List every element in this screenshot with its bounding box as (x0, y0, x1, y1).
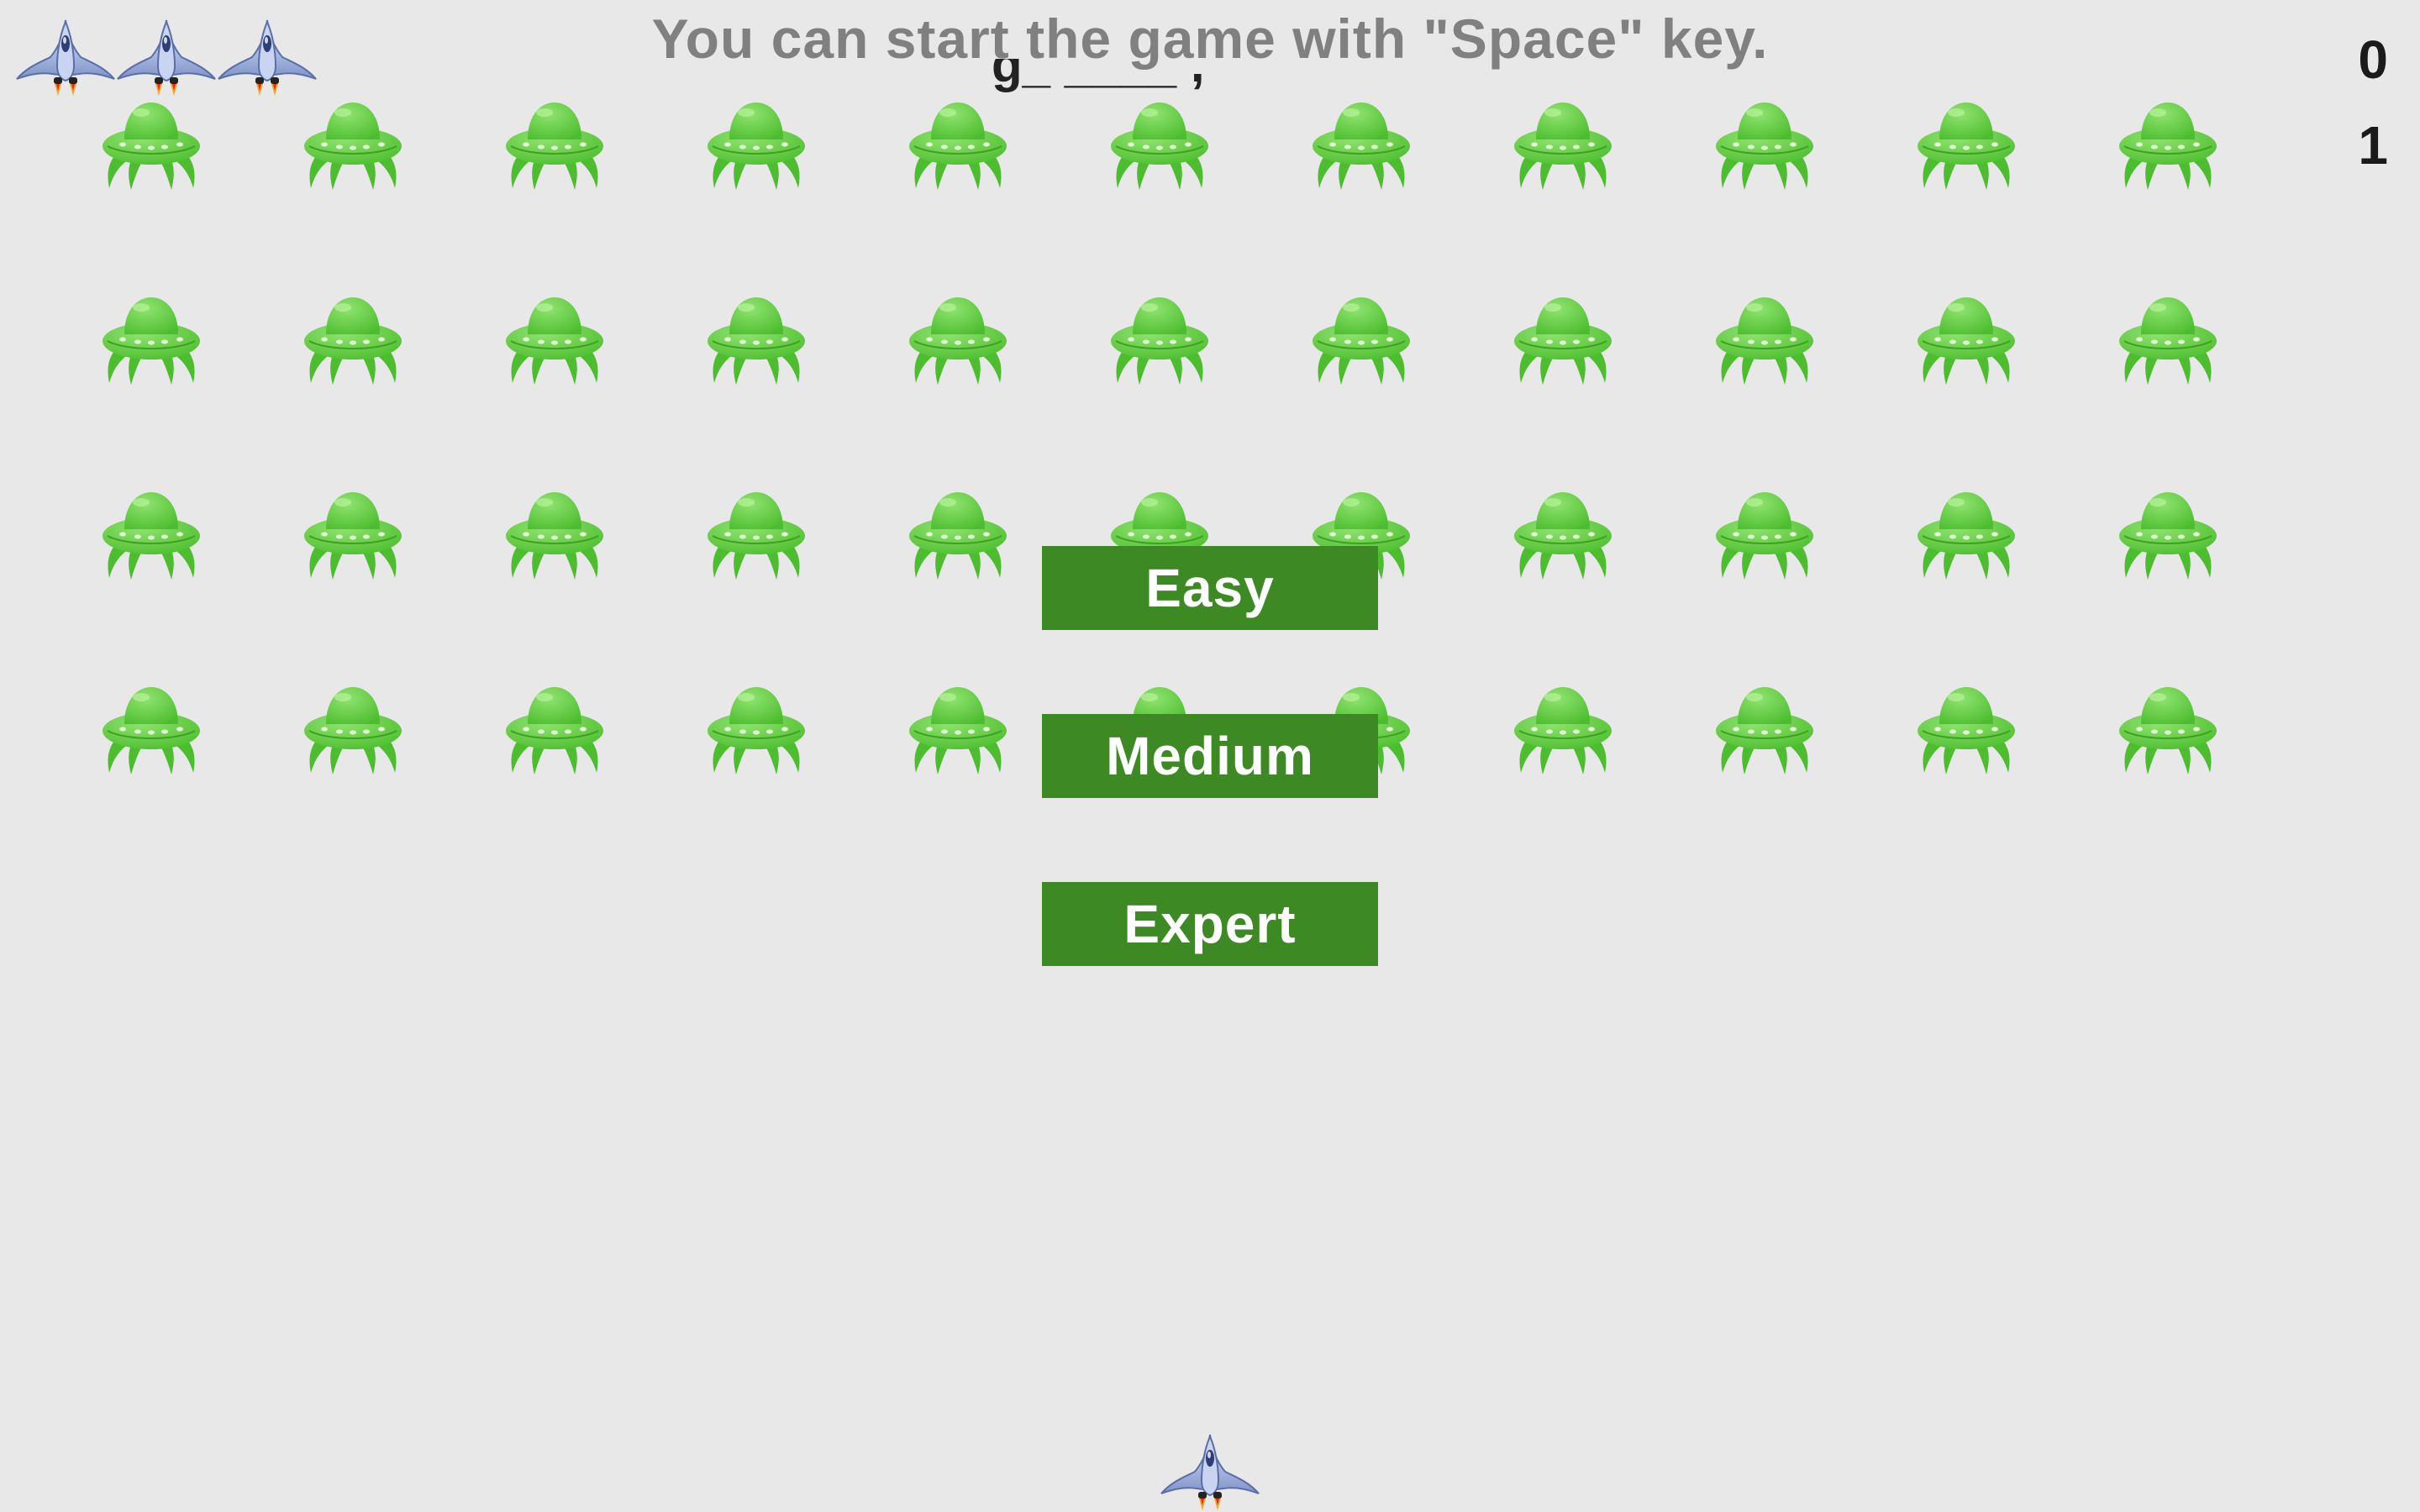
alien-ufo-icon (1512, 289, 1613, 390)
alien-ufo-icon (1714, 679, 1815, 780)
alien-ufo-icon (1714, 94, 1815, 195)
alien-ufo-icon (101, 484, 202, 585)
alien-ufo-icon (706, 94, 807, 195)
alien-ufo-icon (1109, 289, 1210, 390)
alien-ufo-icon (302, 289, 403, 390)
game-canvas[interactable]: You can start the game with "Space" key.… (0, 0, 2420, 1512)
alien-ufo-icon (706, 484, 807, 585)
alien-ufo-icon (908, 94, 1008, 195)
alien-ufo-icon (101, 289, 202, 390)
alien-ufo-icon (302, 94, 403, 195)
alien-ufo-icon (1311, 289, 1412, 390)
alien-ufo-icon (1109, 94, 1210, 195)
alien-ufo-icon (1311, 94, 1412, 195)
alien-ufo-icon (2118, 484, 2218, 585)
alien-ufo-icon (504, 289, 605, 390)
alien-ufo-icon (908, 484, 1008, 585)
player-spaceship-icon[interactable] (1158, 1428, 1262, 1512)
level-counter: 1 (2358, 115, 2388, 176)
start-hint-message: You can start the game with "Space" key. (651, 8, 1769, 70)
alien-ufo-icon (1512, 679, 1613, 780)
alien-ufo-icon (1916, 484, 2017, 585)
alien-ufo-icon (1916, 289, 2017, 390)
alien-ufo-icon (504, 679, 605, 780)
alien-ufo-icon (302, 484, 403, 585)
alien-ufo-icon (1512, 94, 1613, 195)
alien-ufo-icon (908, 289, 1008, 390)
alien-ufo-icon (101, 679, 202, 780)
easy-button[interactable]: Easy (1042, 546, 1378, 630)
alien-ufo-icon (504, 94, 605, 195)
alien-ufo-icon (2118, 289, 2218, 390)
alien-ufo-icon (2118, 94, 2218, 195)
alien-ufo-icon (2118, 679, 2218, 780)
score-counter: 0 (2358, 29, 2388, 90)
alien-ufo-icon (1916, 94, 2017, 195)
alien-ufo-icon (1714, 484, 1815, 585)
alien-ufo-icon (908, 679, 1008, 780)
alien-ufo-icon (101, 94, 202, 195)
expert-button[interactable]: Expert (1042, 882, 1378, 966)
alien-ufo-icon (706, 289, 807, 390)
alien-ufo-icon (1916, 679, 2017, 780)
alien-ufo-icon (1512, 484, 1613, 585)
alien-ufo-icon (706, 679, 807, 780)
alien-ufo-icon (1714, 289, 1815, 390)
alien-ufo-icon (504, 484, 605, 585)
alien-ufo-icon (302, 679, 403, 780)
medium-button[interactable]: Medium (1042, 714, 1378, 798)
